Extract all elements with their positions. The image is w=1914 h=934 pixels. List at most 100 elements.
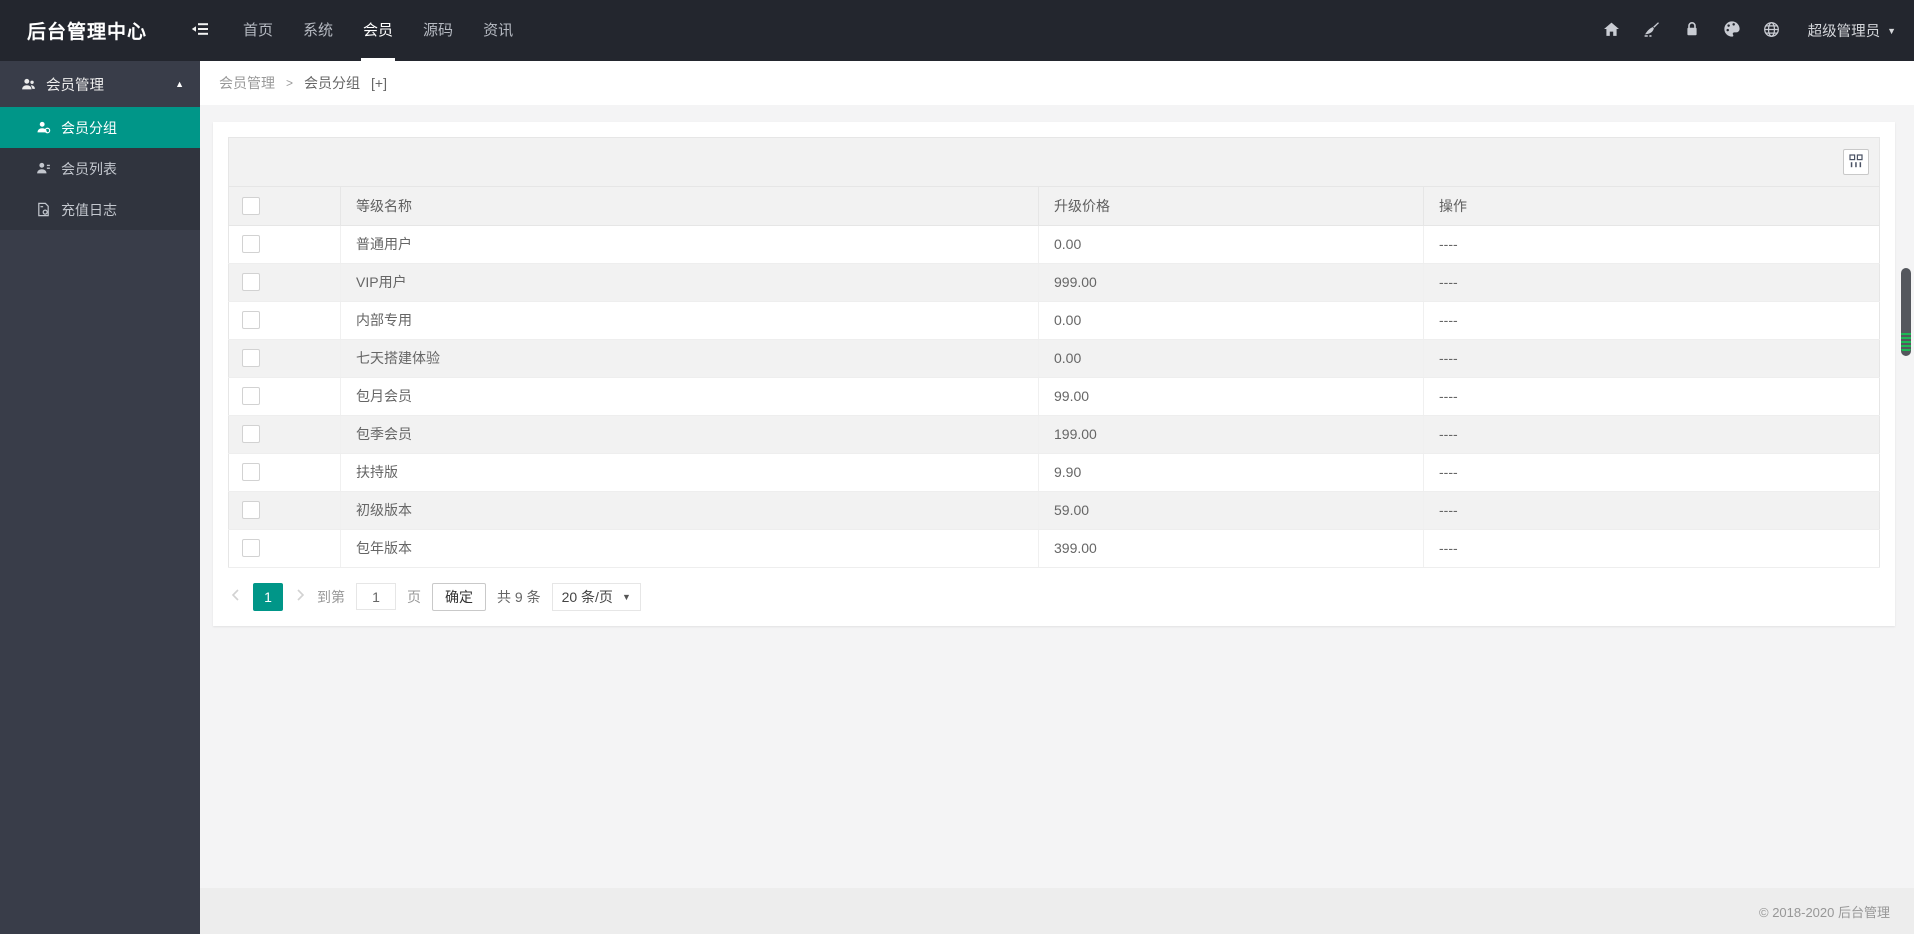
select-all-checkbox[interactable] (242, 196, 260, 215)
cell-action: ---- (1423, 491, 1880, 530)
cell-price: 0.00 (1038, 339, 1424, 378)
scrollbar-thumb[interactable] (1901, 268, 1911, 356)
table-row: 包季会员 199.00 ---- (228, 415, 1880, 454)
row-checkbox[interactable] (242, 311, 260, 329)
cell-action: ---- (1423, 263, 1880, 302)
cell-price: 999.00 (1038, 263, 1424, 302)
sidebar-item-member-list[interactable]: 会员列表 (0, 148, 200, 189)
sidebar-group-member-management[interactable]: 会员管理 ▲ (0, 61, 200, 107)
page-number-input[interactable] (356, 583, 396, 610)
row-checkbox[interactable] (242, 273, 260, 291)
scrollbar-stripes (1901, 333, 1911, 353)
cell-price: 0.00 (1038, 225, 1424, 264)
theme-button[interactable] (1722, 21, 1742, 41)
row-checkbox[interactable] (242, 349, 260, 367)
cell-name: 初级版本 (340, 491, 1039, 530)
sidebar-item-member-groups[interactable]: 会员分组 (0, 107, 200, 148)
chevron-left-icon (230, 588, 242, 605)
nav-item-news[interactable]: 资讯 (471, 0, 525, 61)
table-row: 扶持版 9.90 ---- (228, 453, 1880, 492)
cell-action: ---- (1423, 377, 1880, 416)
table-toolbar (228, 137, 1880, 187)
row-checkbox[interactable] (242, 387, 260, 405)
table-card: 等级名称 升级价格 操作 普通用户 0.00 ---- VIP用户 999.00… (213, 122, 1895, 626)
cell-price: 399.00 (1038, 529, 1424, 568)
table-row: 内部专用 0.00 ---- (228, 301, 1880, 340)
sidebar: 会员管理 ▲ 会员分组 会员列表 充值日志 (0, 61, 200, 934)
row-checkbox[interactable] (242, 463, 260, 481)
columns-filter-icon (1849, 153, 1863, 171)
topbar-actions: 超级管理员 ▼ (1602, 20, 1914, 41)
prev-page-button[interactable] (230, 588, 242, 605)
cell-price: 99.00 (1038, 377, 1424, 416)
language-button[interactable] (1762, 21, 1782, 41)
sidebar-group-label: 会员管理 (46, 77, 104, 94)
content-area: 等级名称 升级价格 操作 普通用户 0.00 ---- VIP用户 999.00… (200, 105, 1914, 888)
breadcrumb-current: 会员分组 (304, 75, 361, 91)
sidebar-item-label: 会员分组 (61, 119, 117, 136)
sidebar-item-recharge-log[interactable]: 充值日志 (0, 189, 200, 230)
table-row: 包月会员 99.00 ---- (228, 377, 1880, 416)
nav-item-source[interactable]: 源码 (411, 0, 465, 61)
column-header-price: 升级价格 (1038, 187, 1424, 226)
user-menu[interactable]: 超级管理员 ▼ (1802, 20, 1896, 41)
row-checkbox[interactable] (242, 539, 260, 557)
cell-action: ---- (1423, 529, 1880, 568)
cell-price: 199.00 (1038, 415, 1424, 454)
next-page-button[interactable] (294, 588, 306, 605)
breadcrumb-separator: > (286, 76, 294, 90)
per-page-value: 20 条/页 (561, 588, 613, 605)
cell-price: 0.00 (1038, 301, 1424, 340)
cell-price: 59.00 (1038, 491, 1424, 530)
select-caret-icon: ▼ (621, 591, 631, 602)
broom-icon (1643, 21, 1660, 41)
member-list-icon (36, 161, 51, 176)
nav-item-system[interactable]: 系统 (291, 0, 345, 61)
toggle-columns-button[interactable] (1843, 149, 1869, 175)
sidebar-submenu: 会员分组 会员列表 充值日志 (0, 107, 200, 230)
cell-name: 内部专用 (340, 301, 1039, 340)
per-page-select[interactable]: 20 条/页 ▼ (551, 582, 641, 611)
breadcrumb-parent[interactable]: 会员管理 (219, 73, 275, 93)
app-logo: 后台管理中心 (27, 22, 148, 43)
row-checkbox[interactable] (242, 501, 260, 519)
cell-name: 扶持版 (340, 453, 1039, 492)
row-checkbox[interactable] (242, 235, 260, 253)
footer: © 2018-2020 后台管理 (200, 888, 1914, 934)
table-row: 普通用户 0.00 ---- (228, 225, 1880, 264)
breadcrumb-add-tab[interactable]: [+] (371, 75, 387, 91)
nav-item-member[interactable]: 会员 (351, 0, 405, 61)
column-header-name: 等级名称 (340, 187, 1039, 226)
main-area: 会员管理 > 会员分组 [+] 等级名称 升级价格 操作 普通用户 0.00 -… (200, 61, 1914, 934)
lock-screen-button[interactable] (1682, 21, 1702, 41)
home-icon (1603, 21, 1620, 41)
page-unit-label: 页 (407, 588, 421, 605)
table-row: 七天搭建体验 0.00 ---- (228, 339, 1880, 378)
log-file-icon (36, 202, 51, 217)
top-nav-menu: 首页 系统 会员 源码 资讯 (228, 0, 528, 61)
palette-icon (1723, 20, 1741, 41)
cell-name: 普通用户 (340, 225, 1039, 264)
table-row: VIP用户 999.00 ---- (228, 263, 1880, 302)
confirm-page-button[interactable]: 确定 (432, 582, 486, 611)
top-navbar: 后台管理中心 首页 系统 会员 源码 资讯 超级管理员 ▼ (0, 0, 1914, 61)
cell-action: ---- (1423, 453, 1880, 492)
chevron-right-icon (294, 588, 306, 605)
clear-cache-button[interactable] (1642, 21, 1662, 41)
home-button[interactable] (1602, 21, 1622, 41)
member-groups-table: 等级名称 升级价格 操作 普通用户 0.00 ---- VIP用户 999.00… (228, 187, 1880, 568)
row-checkbox[interactable] (242, 425, 260, 443)
current-page-button[interactable]: 1 (253, 582, 283, 611)
cell-action: ---- (1423, 301, 1880, 340)
globe-icon (1763, 21, 1780, 41)
table-row: 包年版本 399.00 ---- (228, 529, 1880, 568)
nav-item-home[interactable]: 首页 (231, 0, 285, 61)
cell-name: 包年版本 (340, 529, 1039, 568)
cell-action: ---- (1423, 225, 1880, 264)
member-group-icon (36, 120, 51, 135)
collapse-menu-icon (191, 21, 209, 40)
sidebar-collapse-button[interactable] (180, 0, 220, 61)
chevron-down-icon: ▼ (1887, 25, 1896, 36)
cell-name: 包月会员 (340, 377, 1039, 416)
cell-action: ---- (1423, 339, 1880, 378)
